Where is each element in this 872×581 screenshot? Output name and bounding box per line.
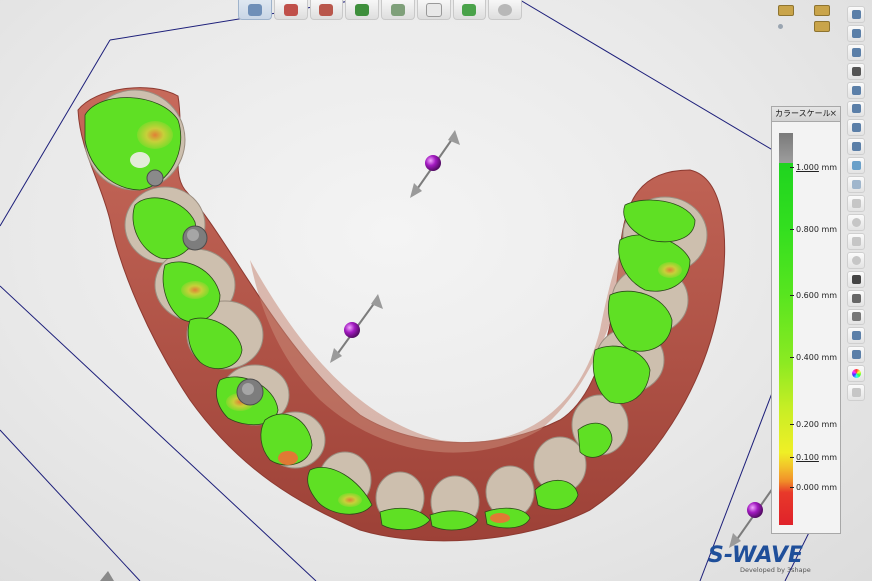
color-scale-title: カラースケール — [775, 109, 831, 118]
upper-jaw-icon[interactable] — [814, 4, 830, 16]
layer-icon[interactable] — [847, 100, 865, 118]
transform-handle-1[interactable] — [410, 130, 460, 198]
logo-sub-text: Developed by 3shape — [740, 566, 811, 574]
upper-jaw-icon[interactable] — [778, 4, 794, 16]
color-scale-gradient — [779, 163, 793, 525]
pointer-arrow — [100, 571, 114, 581]
axis-icon[interactable] — [847, 308, 865, 326]
transform-handle-2[interactable] — [330, 294, 383, 363]
lower-jaw-icon[interactable] — [814, 20, 830, 32]
scale-label-0600: 0.600 mm — [790, 291, 837, 300]
rotate-icon[interactable] — [847, 43, 865, 61]
layer-icon[interactable] — [847, 119, 865, 137]
color-wheel-icon[interactable] — [847, 365, 865, 383]
camera-icon[interactable] — [847, 270, 865, 288]
color-scale-header: カラースケール × — [772, 107, 840, 122]
fit-view-icon[interactable] — [847, 24, 865, 42]
color-scale-overflow — [779, 133, 793, 163]
tooth-check-icon[interactable] — [452, 0, 487, 20]
view-orientation-widget[interactable] — [778, 4, 830, 32]
ruler-icon[interactable] — [847, 327, 865, 345]
scale-label-0200: 0.200 mm — [790, 420, 837, 429]
tooth-outline-icon[interactable] — [416, 0, 451, 20]
sphere-icon[interactable] — [847, 213, 865, 231]
scale-label-0100: 0.100 mm — [790, 453, 837, 462]
logo-main-text: S-WAVE — [708, 543, 804, 568]
warning-icon[interactable] — [847, 232, 865, 250]
s-wave-logo: S-WAVE Developed by 3shape — [708, 544, 840, 578]
crown-green-icon[interactable] — [345, 0, 379, 20]
dot-icon — [778, 23, 783, 29]
bite-icon[interactable] — [847, 62, 865, 80]
crown-gray-icon[interactable] — [381, 0, 415, 20]
crown-red-icon[interactable] — [309, 0, 344, 20]
scale-label-0400: 0.400 mm — [790, 353, 837, 362]
workflow-toolbar — [238, 0, 522, 20]
3d-viewport[interactable] — [0, 0, 872, 581]
color-scale-bar — [779, 133, 793, 525]
snapshot-icon[interactable] — [847, 384, 865, 402]
model-icon[interactable] — [847, 176, 865, 194]
layer-icon[interactable] — [847, 138, 865, 156]
scan-view-icon[interactable] — [238, 0, 272, 20]
scale-label-0800: 0.800 mm — [790, 225, 837, 234]
color-scale-panel: カラースケール × 1.000 mm 0.800 mm 0.600 mm 0.4… — [771, 106, 841, 534]
transparency-icon[interactable] — [847, 195, 865, 212]
scale-label-1000: 1.000 mm — [790, 163, 837, 172]
scan-person-icon[interactable] — [847, 346, 865, 364]
scale-label-0000: 0.000 mm — [790, 483, 837, 492]
close-icon[interactable]: × — [829, 107, 837, 121]
right-toolbar — [847, 0, 867, 402]
layer-icon[interactable] — [847, 81, 865, 99]
gem-icon[interactable] — [847, 289, 865, 307]
dental-arch-model[interactable] — [77, 87, 726, 542]
trim-scissors-icon[interactable] — [273, 0, 308, 20]
model-icon[interactable] — [847, 157, 865, 175]
sphere-icon[interactable] — [847, 251, 865, 269]
close-icon[interactable] — [847, 6, 865, 23]
sphere-icon[interactable] — [488, 0, 522, 20]
